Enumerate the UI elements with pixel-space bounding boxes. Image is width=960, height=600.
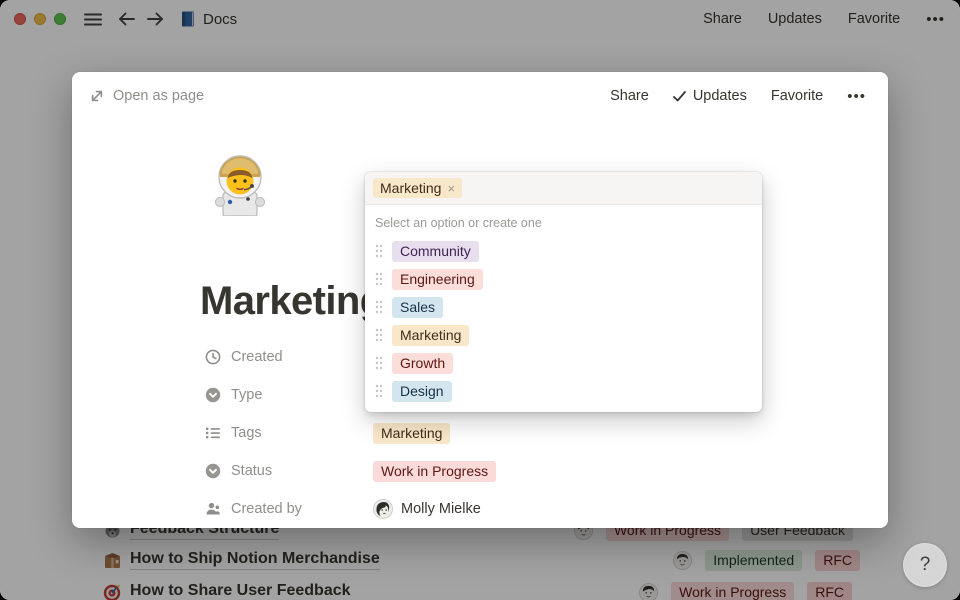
drag-handle-icon[interactable] bbox=[375, 272, 383, 286]
clock-icon bbox=[205, 349, 221, 365]
tag-input-field[interactable]: Marketing × bbox=[365, 172, 762, 205]
property-row-tags[interactable]: Tags Marketing bbox=[205, 417, 845, 449]
created-by-name: Molly Mielke bbox=[401, 501, 481, 517]
option-chip[interactable]: Design bbox=[392, 381, 452, 402]
expand-diagonal-icon bbox=[90, 89, 104, 103]
modal-header: Open as page Share Updates Favorite ••• bbox=[72, 72, 888, 120]
property-value-status[interactable]: Work in Progress bbox=[373, 461, 496, 482]
property-label-created[interactable]: Created bbox=[205, 349, 373, 365]
page-title[interactable]: Marketing bbox=[200, 279, 384, 324]
property-name: Created by bbox=[231, 501, 302, 517]
modal-more-button[interactable]: ••• bbox=[847, 88, 866, 105]
property-value-tags[interactable]: Marketing bbox=[373, 423, 450, 444]
option-chip[interactable]: Growth bbox=[392, 353, 453, 374]
property-name: Status bbox=[231, 463, 272, 479]
dropdown-option-growth[interactable]: Growth bbox=[365, 349, 762, 377]
dropdown-option-engineering[interactable]: Engineering bbox=[365, 265, 762, 293]
tag-select-dropdown: Marketing × Select an option or create o… bbox=[365, 172, 762, 412]
option-chip[interactable]: Sales bbox=[392, 297, 443, 318]
property-name: Created bbox=[231, 349, 283, 365]
property-value-created-by[interactable]: Molly Mielke bbox=[373, 499, 481, 519]
selected-tag-chip: Marketing × bbox=[373, 178, 462, 198]
drag-handle-icon[interactable] bbox=[375, 328, 383, 342]
molly-mielke-avatar bbox=[373, 499, 393, 519]
woman-astronaut-emoji-icon[interactable] bbox=[208, 152, 272, 216]
select-circle-chevron-icon bbox=[205, 387, 221, 403]
drag-handle-icon[interactable] bbox=[375, 384, 383, 398]
option-chip[interactable]: Community bbox=[392, 241, 479, 262]
dropdown-option-sales[interactable]: Sales bbox=[365, 293, 762, 321]
modal-updates-label: Updates bbox=[693, 88, 747, 104]
tag-chip-marketing[interactable]: Marketing bbox=[373, 423, 450, 444]
modal-favorite-button[interactable]: Favorite bbox=[771, 88, 823, 104]
property-row-status[interactable]: Status Work in Progress bbox=[205, 455, 845, 487]
property-label-created-by[interactable]: Created by bbox=[205, 501, 373, 517]
dropdown-option-marketing[interactable]: Marketing bbox=[365, 321, 762, 349]
select-circle-chevron-icon bbox=[205, 463, 221, 479]
bulleted-list-icon bbox=[205, 425, 221, 441]
drag-handle-icon[interactable] bbox=[375, 356, 383, 370]
app-window: Docs Share Updates Favorite ••• Feedback… bbox=[0, 0, 960, 600]
drag-handle-icon[interactable] bbox=[375, 300, 383, 314]
modal-share-button[interactable]: Share bbox=[610, 88, 649, 104]
property-label-status[interactable]: Status bbox=[205, 463, 373, 479]
option-chip[interactable]: Marketing bbox=[392, 325, 469, 346]
modal-updates-button[interactable]: Updates bbox=[673, 88, 747, 104]
open-as-page-button[interactable]: Open as page bbox=[90, 88, 204, 104]
status-chip-work-in-progress[interactable]: Work in Progress bbox=[373, 461, 496, 482]
help-button[interactable]: ? bbox=[903, 543, 947, 587]
selected-tag-label: Marketing bbox=[380, 180, 441, 196]
option-chip[interactable]: Engineering bbox=[392, 269, 483, 290]
drag-handle-icon[interactable] bbox=[375, 244, 383, 258]
property-label-tags[interactable]: Tags bbox=[205, 425, 373, 441]
property-name: Tags bbox=[231, 425, 262, 441]
dropdown-option-community[interactable]: Community bbox=[365, 237, 762, 265]
property-row-created-by[interactable]: Created by Molly Mielke bbox=[205, 493, 845, 525]
remove-tag-icon[interactable]: × bbox=[447, 181, 455, 196]
person-icon bbox=[205, 501, 221, 517]
property-name: Type bbox=[231, 387, 262, 403]
dropdown-option-design[interactable]: Design bbox=[365, 377, 762, 405]
dropdown-hint-text: Select an option or create one bbox=[365, 205, 762, 237]
check-icon bbox=[673, 91, 686, 102]
property-label-type[interactable]: Type bbox=[205, 387, 373, 403]
modal-actions: Share Updates Favorite ••• bbox=[610, 88, 866, 105]
open-as-page-label: Open as page bbox=[113, 88, 204, 104]
